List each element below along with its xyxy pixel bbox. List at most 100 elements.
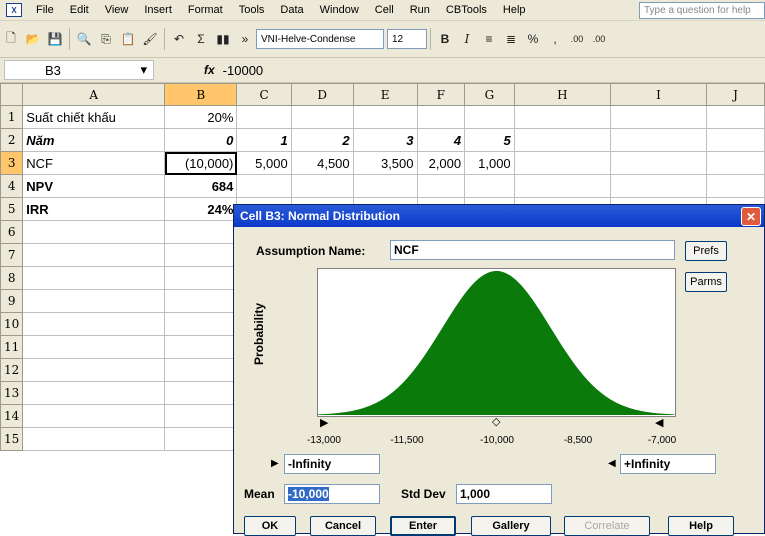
cell[interactable]: 5 <box>464 128 515 152</box>
cell[interactable] <box>290 174 354 198</box>
column-header[interactable]: J <box>706 83 765 106</box>
row-header[interactable]: 13 <box>0 381 24 405</box>
row-header[interactable]: 5 <box>0 197 24 221</box>
cell[interactable] <box>22 358 166 382</box>
cell[interactable]: 20% <box>164 105 238 129</box>
row-header[interactable]: 10 <box>0 312 24 336</box>
cell[interactable] <box>22 243 166 267</box>
cell[interactable] <box>164 381 238 405</box>
cell[interactable]: Suất chiết khấu <box>22 105 166 129</box>
cell[interactable]: 4,500 <box>290 151 354 175</box>
cell[interactable] <box>164 243 238 267</box>
select-all-corner[interactable] <box>0 83 24 106</box>
assumption-name-input[interactable]: NCF <box>390 240 675 260</box>
cell[interactable] <box>22 266 166 290</box>
menu-cbtools[interactable]: CBTools <box>438 0 495 20</box>
cell[interactable]: Năm <box>22 128 166 152</box>
formula-input[interactable]: -10000 <box>223 63 263 78</box>
row-header[interactable]: 12 <box>0 358 24 382</box>
lower-bound-input[interactable]: -Infinity <box>284 454 380 474</box>
cell[interactable]: 2 <box>290 128 354 152</box>
row-header[interactable]: 11 <box>0 335 24 359</box>
cell[interactable] <box>22 427 166 451</box>
cell[interactable] <box>464 174 515 198</box>
upper-bound-input[interactable]: +Infinity <box>620 454 716 474</box>
row-header[interactable]: 6 <box>0 220 24 244</box>
column-header[interactable]: E <box>352 83 418 106</box>
column-header[interactable]: D <box>290 83 354 106</box>
cell[interactable] <box>416 105 466 129</box>
column-header[interactable]: G <box>464 83 515 106</box>
print-preview-icon[interactable]: 🔍 <box>74 28 94 50</box>
upper-handle-icon[interactable]: ◀ <box>655 416 663 429</box>
cell[interactable] <box>236 105 292 129</box>
mean-input[interactable]: -10,000 <box>284 484 380 504</box>
cell[interactable]: (10,000) <box>164 151 238 175</box>
font-name-select[interactable]: VNI-Helve-Condense <box>256 29 384 49</box>
column-header[interactable]: I <box>609 83 708 106</box>
lower-handle-icon[interactable]: ▶ <box>320 416 328 429</box>
decrease-decimal-button[interactable]: .00 <box>589 28 609 50</box>
cell[interactable] <box>706 105 765 129</box>
cell[interactable] <box>609 151 708 175</box>
menu-run[interactable]: Run <box>402 0 438 20</box>
row-header[interactable]: 9 <box>0 289 24 313</box>
undo-icon[interactable]: ↶ <box>169 28 189 50</box>
cell[interactable] <box>352 105 418 129</box>
cell[interactable] <box>164 358 238 382</box>
menu-window[interactable]: Window <box>312 0 367 20</box>
font-size-select[interactable]: 12 <box>387 29 427 49</box>
cell[interactable]: 0 <box>164 128 238 152</box>
enter-button[interactable]: Enter <box>390 516 456 536</box>
cell[interactable]: 5,000 <box>236 151 292 175</box>
cell[interactable] <box>609 174 708 198</box>
cell[interactable] <box>706 151 765 175</box>
menu-data[interactable]: Data <box>272 0 311 20</box>
gallery-button[interactable]: Gallery <box>471 516 551 536</box>
cell[interactable] <box>416 174 466 198</box>
name-box[interactable]: B3 ▾ <box>4 60 154 80</box>
cell[interactable] <box>22 335 166 359</box>
increase-decimal-button[interactable]: .00 <box>567 28 587 50</box>
cell[interactable] <box>164 266 238 290</box>
cell[interactable] <box>290 105 354 129</box>
row-header[interactable]: 15 <box>0 427 24 451</box>
cell[interactable] <box>609 105 708 129</box>
ask-question-input[interactable]: Type a question for help <box>639 2 765 19</box>
ok-button[interactable]: OK <box>244 516 296 536</box>
cell[interactable] <box>164 220 238 244</box>
cell[interactable]: 2,000 <box>416 151 466 175</box>
cell[interactable]: 24% <box>164 197 238 221</box>
cell[interactable]: IRR <box>22 197 166 221</box>
cell[interactable] <box>609 128 708 152</box>
column-header[interactable]: B <box>164 83 238 106</box>
cell[interactable]: NCF <box>22 151 166 175</box>
parms-button[interactable]: Parms <box>685 272 727 292</box>
autosum-icon[interactable]: Σ <box>191 28 211 50</box>
cell[interactable] <box>22 312 166 336</box>
help-button[interactable]: Help <box>668 516 734 536</box>
cell[interactable] <box>464 105 515 129</box>
cell[interactable]: 1,000 <box>464 151 515 175</box>
close-icon[interactable]: ✕ <box>741 207 761 226</box>
cell[interactable] <box>164 312 238 336</box>
open-icon[interactable]: 📂 <box>23 28 43 50</box>
cell[interactable]: 1 <box>236 128 292 152</box>
column-header[interactable]: C <box>236 83 292 106</box>
cell[interactable] <box>22 404 166 428</box>
comma-style-button[interactable]: , <box>545 28 565 50</box>
menu-cell[interactable]: Cell <box>367 0 402 20</box>
paste-icon[interactable]: 📋 <box>118 28 138 50</box>
cell[interactable] <box>22 220 166 244</box>
save-icon[interactable]: 💾 <box>45 28 65 50</box>
function-icon[interactable]: fx <box>204 63 215 77</box>
row-header[interactable]: 2 <box>0 128 24 152</box>
cell[interactable]: 3 <box>352 128 418 152</box>
std-dev-input[interactable]: 1,000 <box>456 484 552 504</box>
excel-app-icon[interactable]: X <box>6 3 22 17</box>
cell[interactable] <box>513 105 612 129</box>
cell[interactable] <box>706 174 765 198</box>
cell[interactable] <box>706 128 765 152</box>
align-left-icon[interactable]: ≡ <box>479 28 499 50</box>
cell[interactable]: 3,500 <box>352 151 418 175</box>
